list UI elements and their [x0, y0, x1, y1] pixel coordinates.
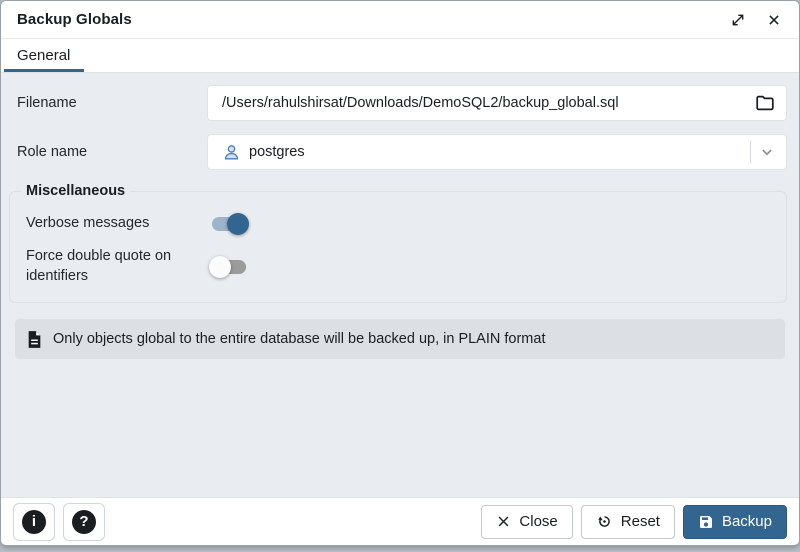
filename-row: Filename [17, 85, 787, 121]
backup-button-label: Backup [722, 513, 772, 530]
info-icon: i [22, 510, 46, 534]
backup-globals-dialog: Backup Globals General [0, 0, 800, 546]
role-name-select[interactable]: postgres [207, 134, 787, 170]
toggle-knob [227, 213, 249, 235]
role-row: Role name postgres [17, 134, 787, 170]
close-button-label: Close [519, 513, 557, 530]
tab-general-label: General [17, 47, 70, 64]
filename-input[interactable] [218, 95, 754, 111]
role-name-value: postgres [249, 144, 305, 160]
save-icon [698, 514, 714, 530]
miscellaneous-legend: Miscellaneous [21, 183, 130, 199]
select-divider [750, 141, 751, 163]
expand-icon[interactable] [729, 11, 747, 29]
dialog-title: Backup Globals [17, 11, 132, 28]
force-double-quote-row: Force double quote on identifiers [26, 247, 778, 286]
info-note-text: Only objects global to the entire databa… [53, 331, 545, 347]
dialog-titlebar: Backup Globals [1, 1, 799, 39]
miscellaneous-section: Miscellaneous Verbose messages Force dou… [9, 183, 787, 303]
role-name-label: Role name [17, 144, 207, 160]
toggle-knob [209, 256, 231, 278]
help-icon: ? [72, 510, 96, 534]
user-icon [222, 143, 241, 162]
backup-button[interactable]: Backup [683, 505, 787, 539]
document-icon [27, 330, 42, 349]
verbose-messages-row: Verbose messages [26, 211, 778, 237]
verbose-messages-label: Verbose messages [26, 214, 208, 234]
tab-bar: General [1, 39, 799, 73]
close-icon[interactable] [765, 11, 783, 29]
reset-icon [596, 513, 613, 530]
verbose-messages-toggle[interactable] [208, 211, 250, 237]
info-note: Only objects global to the entire databa… [15, 319, 785, 359]
reset-button[interactable]: Reset [581, 505, 675, 539]
filename-field [207, 85, 787, 121]
dialog-footer: i ? Close [1, 497, 799, 545]
filename-label: Filename [17, 95, 207, 111]
tab-general[interactable]: General [4, 39, 84, 72]
folder-icon[interactable] [754, 92, 776, 114]
dialog-content: Filename Role name [1, 73, 799, 497]
reset-button-label: Reset [621, 513, 660, 530]
close-button[interactable]: Close [481, 505, 572, 539]
help-button[interactable]: ? [63, 503, 105, 541]
chevron-down-icon[interactable] [758, 143, 776, 161]
screen-background: Backup Globals General [0, 0, 800, 552]
close-x-icon [496, 514, 511, 529]
info-button[interactable]: i [13, 503, 55, 541]
force-double-quote-label: Force double quote on identifiers [26, 247, 208, 286]
force-double-quote-toggle[interactable] [208, 254, 250, 280]
